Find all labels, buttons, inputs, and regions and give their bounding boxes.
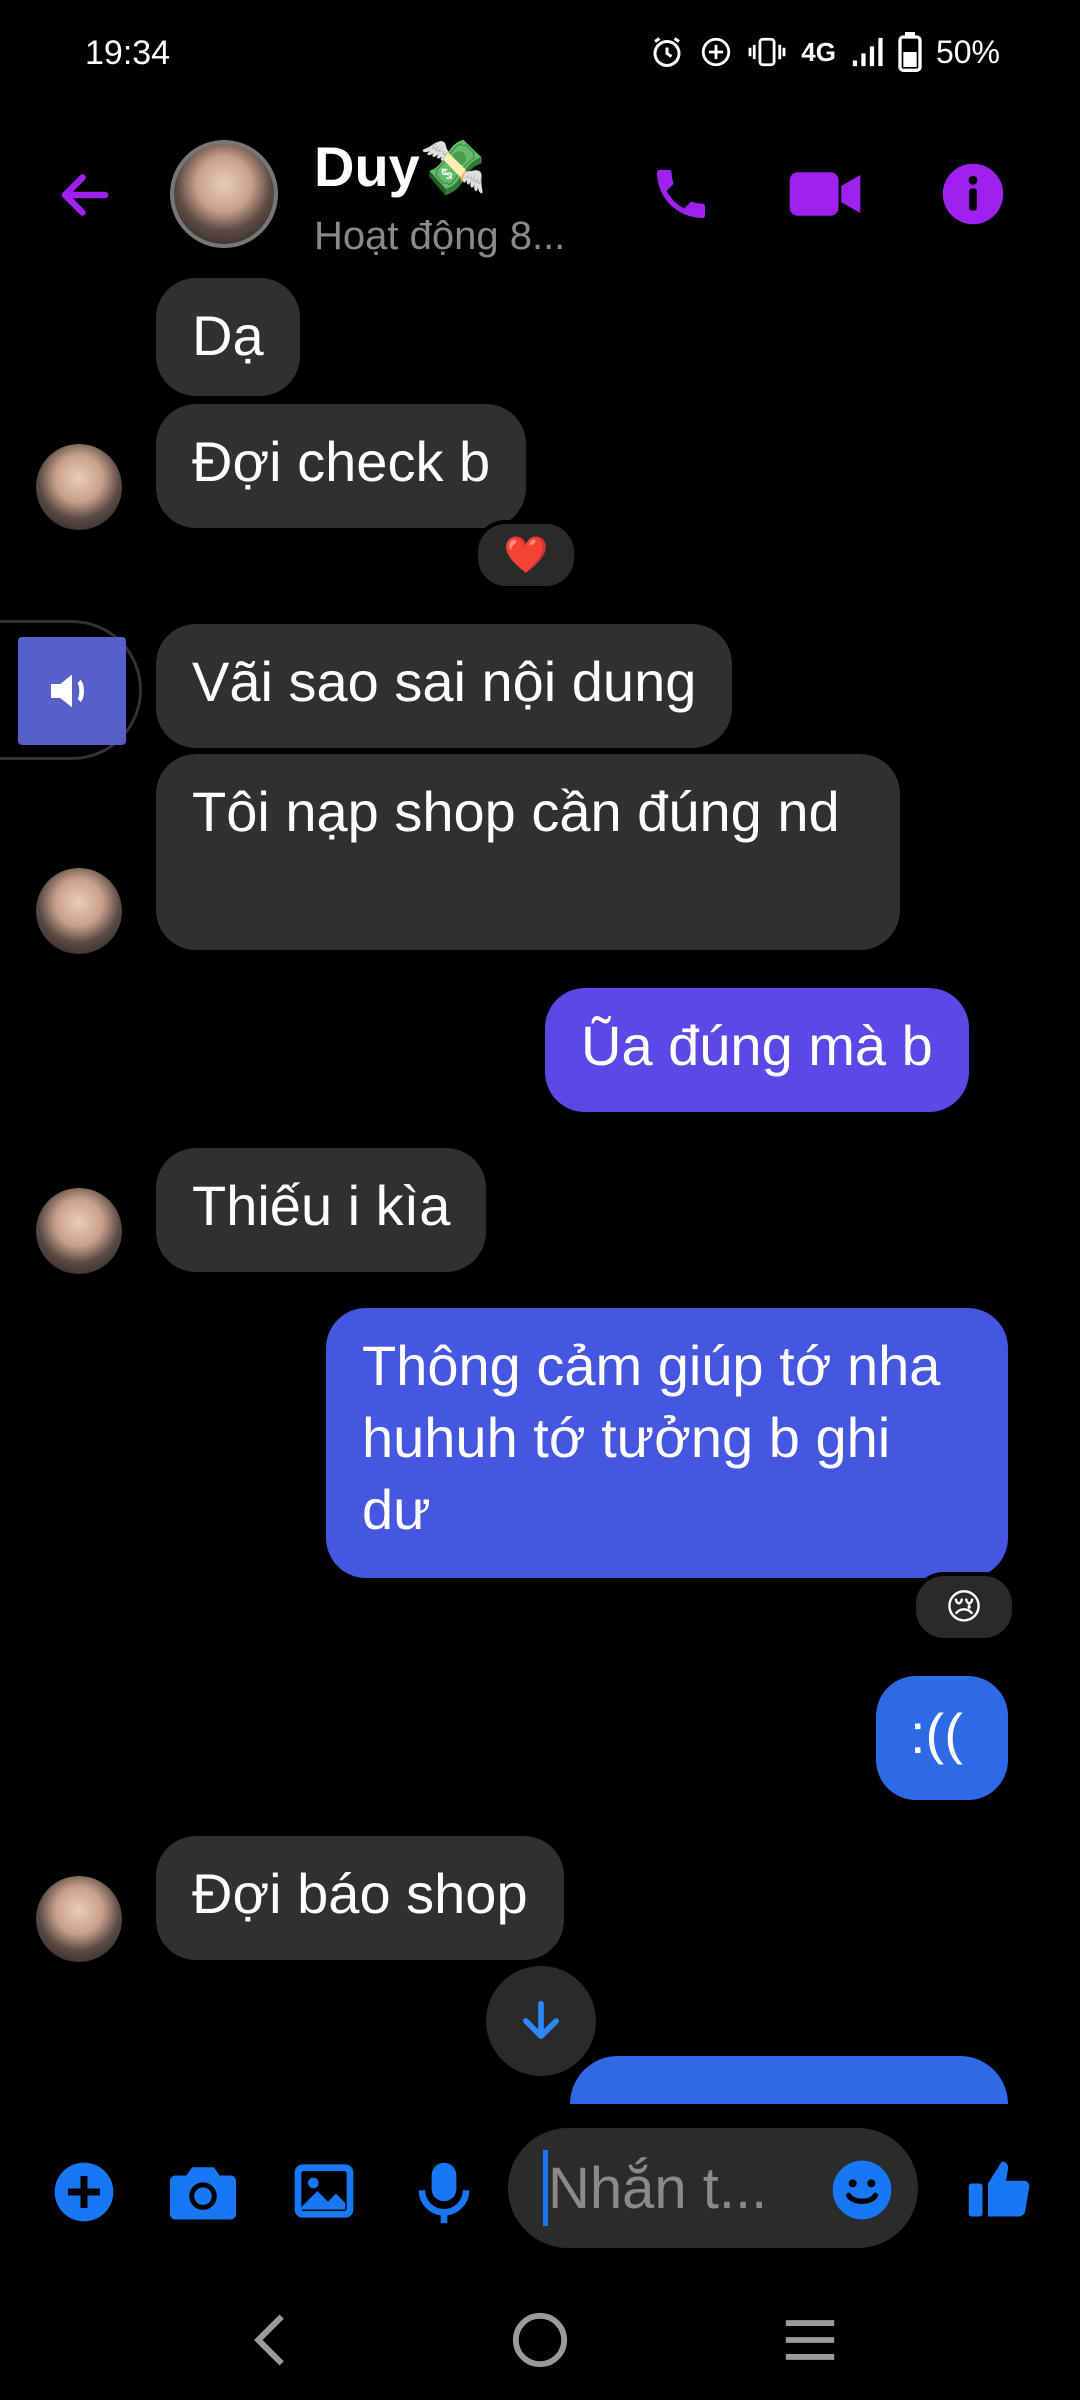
back-button[interactable] bbox=[50, 160, 120, 230]
nav-home-icon bbox=[512, 2312, 568, 2368]
like-button[interactable] bbox=[966, 2156, 1032, 2227]
video-call-button[interactable] bbox=[785, 158, 865, 230]
video-camera-icon bbox=[789, 172, 861, 216]
accessibility-overlay[interactable] bbox=[0, 620, 142, 760]
vibrate-icon bbox=[748, 37, 786, 67]
message-bubble-outgoing-partial[interactable] bbox=[570, 2056, 1008, 2104]
heart-reaction[interactable]: ❤️ bbox=[474, 520, 578, 590]
data-saver-icon bbox=[702, 37, 731, 67]
thumbs-up-icon bbox=[968, 2161, 1030, 2217]
message-bubble-outgoing[interactable]: :(( bbox=[876, 1676, 1008, 1800]
money-wings-emoji: 💸 bbox=[419, 138, 488, 198]
add-button[interactable] bbox=[52, 2160, 116, 2229]
message-bubble-incoming[interactable]: Tôi nạp shop cần đúng nd bbox=[156, 754, 900, 950]
voice-call-button[interactable] bbox=[645, 158, 717, 230]
nav-back-icon bbox=[254, 2314, 284, 2366]
battery-icon bbox=[898, 32, 922, 72]
plus-circle-icon bbox=[54, 2162, 114, 2222]
message-bubble-incoming[interactable]: Dạ bbox=[156, 278, 300, 396]
alarm-icon bbox=[653, 37, 681, 67]
scroll-to-bottom-button[interactable] bbox=[486, 1966, 596, 2076]
phone-icon bbox=[657, 170, 705, 218]
smiley-icon bbox=[832, 2160, 892, 2220]
contact-status: Hoạt động 8... bbox=[314, 214, 566, 258]
message-bubble-incoming[interactable]: Vãi sao sai nội dung bbox=[156, 624, 733, 748]
contact-name[interactable]: Duy💸 bbox=[314, 134, 487, 200]
sender-avatar[interactable] bbox=[36, 444, 122, 530]
back-arrow-icon bbox=[61, 174, 109, 216]
voice-message-button[interactable] bbox=[416, 2160, 472, 2231]
battery-percent: 50% bbox=[935, 33, 1000, 70]
text-cursor bbox=[543, 2150, 548, 2226]
contact-avatar[interactable] bbox=[170, 140, 278, 248]
network-type: 4G bbox=[801, 36, 836, 67]
status-icons: 4G 50% bbox=[649, 32, 1000, 72]
microphone-icon bbox=[418, 2162, 470, 2224]
sender-avatar[interactable] bbox=[36, 868, 122, 954]
nav-recents-button[interactable] bbox=[770, 2300, 850, 2380]
camera-icon bbox=[170, 2167, 236, 2220]
nav-home-button[interactable] bbox=[500, 2300, 580, 2380]
chat-header: Duy💸 Hoạt động 8... bbox=[0, 120, 1080, 270]
signal-icon bbox=[852, 37, 883, 67]
message-bubble-incoming[interactable]: Đợi báo shop bbox=[156, 1836, 564, 1960]
emoji-button[interactable] bbox=[830, 2158, 894, 2227]
message-bubble-incoming[interactable]: Đợi check b bbox=[156, 404, 527, 528]
message-bubble-incoming[interactable]: Thiếu i kìa bbox=[156, 1148, 487, 1272]
sender-avatar[interactable] bbox=[36, 1188, 122, 1274]
speaker-icon bbox=[51, 674, 84, 708]
message-bubble-outgoing[interactable]: Ũa đúng mà b bbox=[545, 988, 969, 1112]
contact-name-text: Duy bbox=[314, 135, 420, 198]
info-button[interactable] bbox=[935, 156, 1011, 232]
camera-button[interactable] bbox=[170, 2160, 236, 2229]
sender-avatar[interactable] bbox=[36, 1876, 122, 1962]
status-time: 19:34 bbox=[85, 34, 171, 72]
info-icon bbox=[942, 163, 1004, 225]
speaker-button[interactable] bbox=[18, 637, 126, 745]
crying-reaction[interactable]: 😢 bbox=[912, 1572, 1016, 1642]
gallery-button[interactable] bbox=[292, 2160, 356, 2227]
status-bar: 19:34 4G 50% bbox=[0, 0, 1080, 110]
nav-back-button[interactable] bbox=[230, 2300, 310, 2380]
message-bubble-outgoing[interactable]: Thông cảm giúp tớ nha huhuh tớ tưởng b g… bbox=[326, 1308, 1008, 1578]
arrow-down-icon bbox=[523, 2000, 559, 2039]
nav-menu-icon bbox=[785, 2320, 835, 2360]
image-icon bbox=[294, 2164, 354, 2218]
